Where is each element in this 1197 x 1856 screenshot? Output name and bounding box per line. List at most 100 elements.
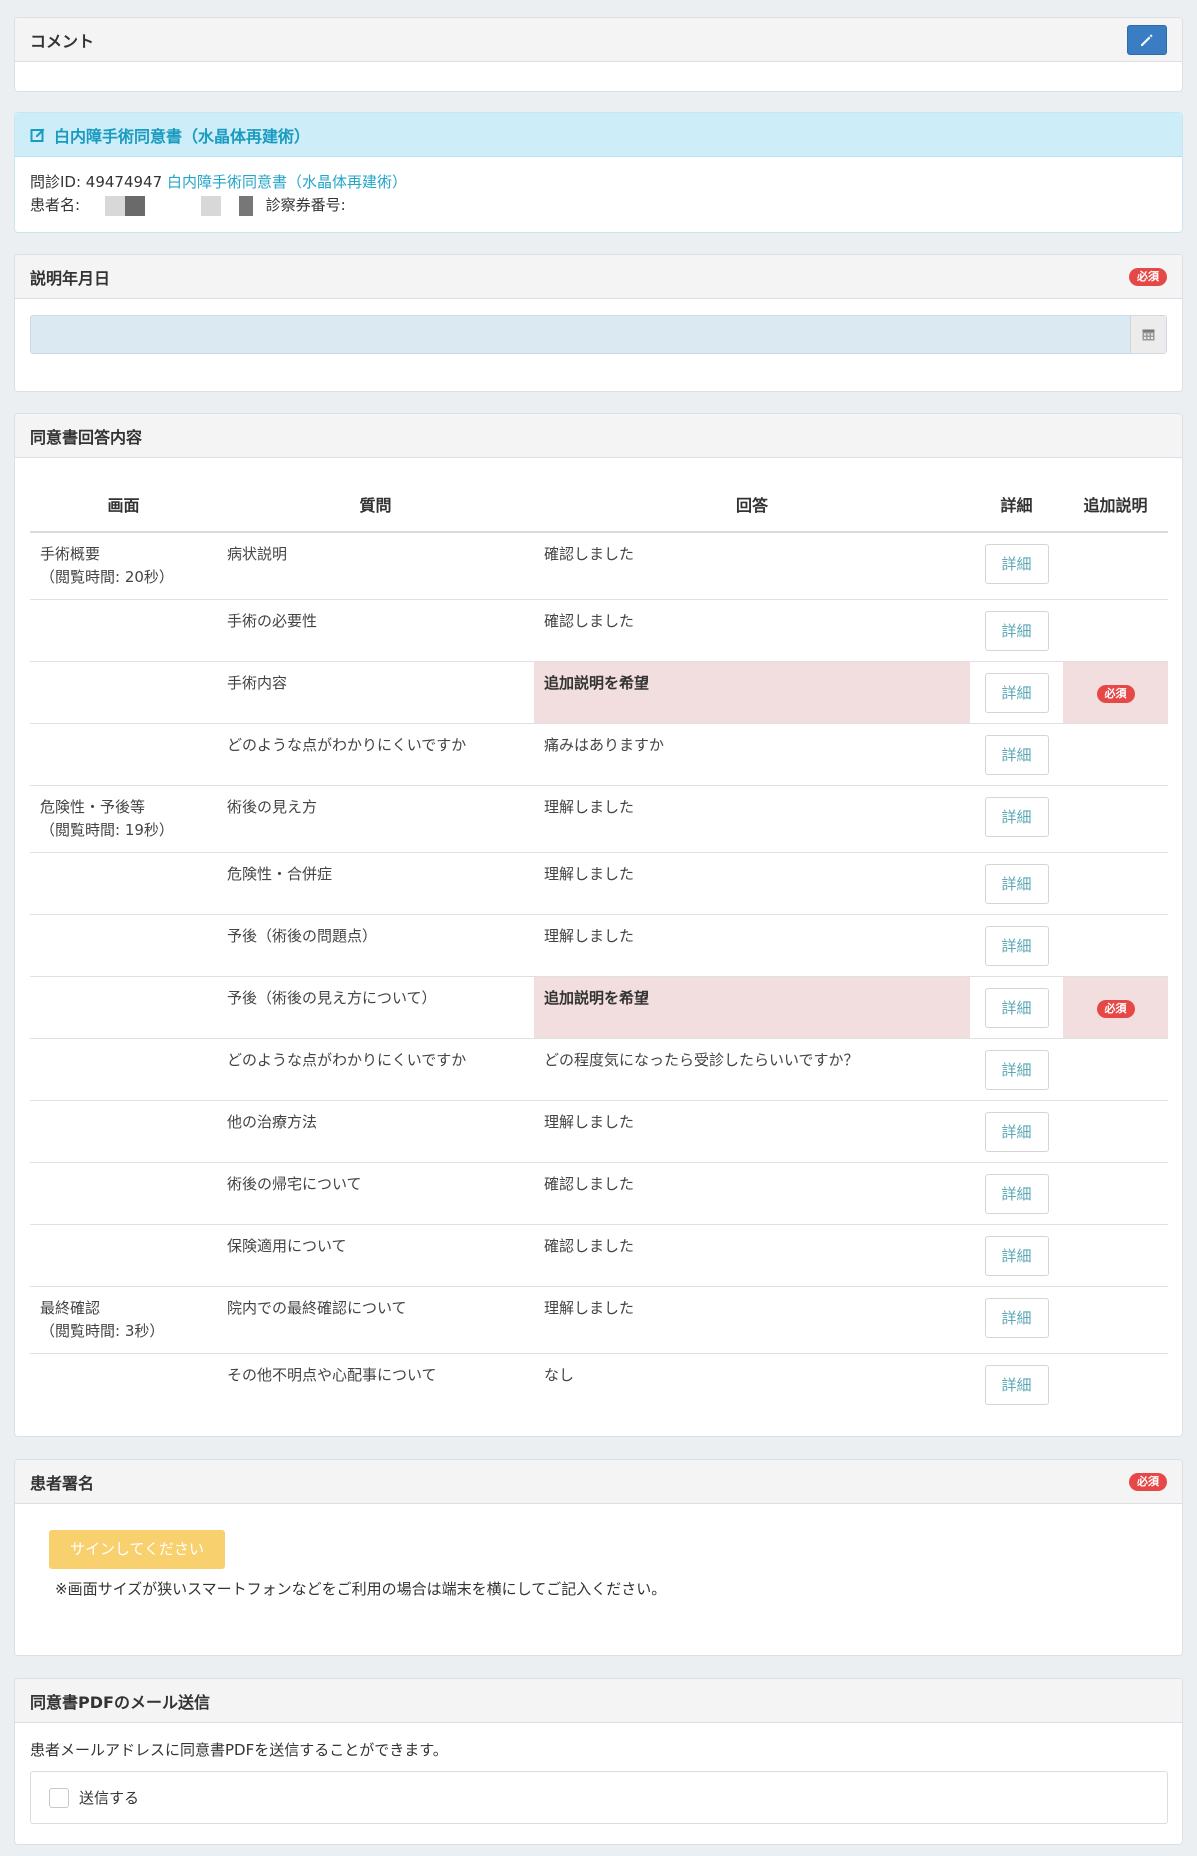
interview-id: 問診ID: 49474947 xyxy=(30,173,163,191)
detail-cell: 詳細 xyxy=(970,532,1063,600)
consent-link[interactable]: 白内障手術同意書（水晶体再建術） xyxy=(167,173,407,191)
screen-cell xyxy=(30,1353,217,1415)
required-badge: 必須 xyxy=(1129,1472,1167,1491)
send-label: 送信する xyxy=(79,1789,140,1807)
question-cell: 院内での最終確認について xyxy=(217,1286,534,1354)
screen-cell xyxy=(30,1162,217,1225)
required-badge: 必須 xyxy=(1096,684,1135,703)
screen-cell: 最終確認 （閲覧時間: 3秒） xyxy=(30,1286,217,1354)
answer-cell: 理解しました xyxy=(534,1286,970,1354)
detail-button[interactable]: 詳細 xyxy=(984,610,1049,651)
screen-cell xyxy=(30,1038,217,1101)
answers-title: 同意書回答内容 xyxy=(30,427,143,447)
answer-cell: 理解しました xyxy=(534,914,970,977)
detail-button[interactable]: 詳細 xyxy=(984,1364,1049,1405)
redacted-name xyxy=(238,195,253,216)
redacted-name xyxy=(104,195,125,216)
additional-cell xyxy=(1063,723,1168,786)
screen-time: （閲覧時間: 3秒） xyxy=(40,1321,165,1340)
sign-button[interactable]: サインしてください xyxy=(49,1530,225,1569)
screen-name: 手術概要 xyxy=(40,545,101,563)
question-cell: 手術内容 xyxy=(217,661,534,724)
answer-cell: 確認しました xyxy=(534,599,970,662)
col-answer: 回答 xyxy=(534,476,970,533)
question-cell: その他不明点や心配事について xyxy=(227,1365,437,1384)
table-row: 予後（術後の問題点） 理解しました 詳細 xyxy=(30,914,1168,977)
date-input[interactable] xyxy=(30,315,1167,354)
question-cell: 保険適用について xyxy=(217,1224,534,1287)
answer-cell: どの程度気になったら受診したらいいですか？ xyxy=(534,1038,970,1101)
question-cell: 他の治療方法 xyxy=(217,1100,534,1163)
date-header: 説明年月日 必須 xyxy=(15,255,1182,299)
detail-cell: 詳細 xyxy=(970,723,1063,786)
signature-title: 患者署名 xyxy=(30,1473,95,1493)
detail-button[interactable]: 詳細 xyxy=(984,863,1049,904)
detail-cell: 詳細 xyxy=(970,1038,1063,1101)
detail-button[interactable]: 詳細 xyxy=(984,672,1049,713)
detail-button[interactable]: 詳細 xyxy=(984,1049,1049,1090)
screen-name: 危険性・予後等 xyxy=(40,797,146,816)
comment-header: コメント xyxy=(15,18,1182,62)
send-checkbox[interactable] xyxy=(49,1787,69,1808)
interview-id-line: 問診ID: 49474947 白内障手術同意書（水晶体再建術） xyxy=(30,171,1167,194)
question-cell: 手術の必要性 xyxy=(217,599,534,662)
answer-cell: 確認しました xyxy=(534,532,970,600)
pencil-icon xyxy=(1141,33,1153,46)
mail-description: 患者メールアドレスに同意書PDFを送信することができます。 xyxy=(30,1741,448,1759)
calendar-button[interactable] xyxy=(1130,316,1166,353)
table-row: どのような点がわかりにくいですか どの程度気になったら受診したらいいですか？ 詳… xyxy=(30,1038,1168,1101)
answer-cell: 追加説明を希望 xyxy=(534,976,970,1039)
detail-button[interactable]: 詳細 xyxy=(984,544,1049,584)
consent-title: 白内障手術同意書（水晶体再建術） xyxy=(54,126,311,146)
detail-cell: 詳細 xyxy=(970,1100,1063,1163)
comment-panel: コメント xyxy=(14,17,1183,92)
table-row: どのような点がわかりにくいですか 痛みはありますか 詳細 xyxy=(30,723,1168,786)
detail-button[interactable]: 詳細 xyxy=(984,925,1049,966)
patient-name-label: 患者名: xyxy=(30,196,81,214)
answer-cell: 追加説明を希望 xyxy=(534,661,970,724)
detail-button[interactable]: 詳細 xyxy=(984,1235,1049,1276)
comment-title: コメント xyxy=(30,31,95,51)
answers-header: 同意書回答内容 xyxy=(15,414,1182,458)
screen-cell xyxy=(30,914,217,977)
screen-time: （閲覧時間: 20秒） xyxy=(40,568,174,586)
question-cell: どのような点がわかりにくいですか xyxy=(217,723,534,786)
additional-cell xyxy=(1063,1038,1168,1101)
question-cell: 術後の見え方 xyxy=(217,785,534,853)
calendar-icon xyxy=(1142,329,1155,341)
screen-time: （閲覧時間: 19秒） xyxy=(40,820,174,839)
edit-comment-button[interactable] xyxy=(1127,24,1167,55)
detail-button[interactable]: 詳細 xyxy=(984,1297,1049,1338)
col-question: 質問 xyxy=(217,476,534,533)
question-cell: 危険性・合併症 xyxy=(217,852,534,915)
additional-cell xyxy=(1063,852,1168,915)
redacted-name xyxy=(124,195,145,216)
detail-button[interactable]: 詳細 xyxy=(984,796,1049,837)
detail-cell: 詳細 xyxy=(970,976,1063,1039)
table-row: 保険適用について 確認しました 詳細 xyxy=(30,1224,1168,1287)
send-option[interactable]: 送信する xyxy=(30,1771,1168,1824)
date-title: 説明年月日 xyxy=(30,268,111,288)
additional-cell xyxy=(1063,1286,1168,1354)
detail-cell: 詳細 xyxy=(970,1286,1063,1354)
detail-cell: 詳細 xyxy=(970,599,1063,662)
detail-button[interactable]: 詳細 xyxy=(984,734,1049,775)
answer-cell: 確認しました xyxy=(534,1162,970,1225)
answer-cell: なし xyxy=(544,1365,575,1384)
detail-button[interactable]: 詳細 xyxy=(984,1111,1049,1152)
screen-cell xyxy=(30,599,217,662)
screen-cell xyxy=(30,723,217,786)
required-badge: 必須 xyxy=(1129,267,1167,286)
table-row: 危険性・合併症 理解しました 詳細 xyxy=(30,852,1168,915)
screen-cell xyxy=(30,661,217,724)
additional-cell xyxy=(1063,1100,1168,1163)
answer-cell: 理解しました xyxy=(534,852,970,915)
signature-panel: 患者署名 必須 サインしてください ※画面サイズが狭いスマートフォンなどをご利用… xyxy=(14,1459,1183,1656)
consent-header: 白内障手術同意書（水晶体再建術） xyxy=(15,113,1182,157)
detail-button[interactable]: 詳細 xyxy=(984,987,1049,1028)
answers-panel: 同意書回答内容 画面 質問 回答 詳細 追加説明 手術概要 （閲覧時間: 20秒）… xyxy=(14,413,1183,1437)
detail-button[interactable]: 詳細 xyxy=(984,1173,1049,1214)
question-cell: 予後（術後の見え方について） xyxy=(217,976,534,1039)
question-cell: 術後の帰宅について xyxy=(217,1162,534,1225)
table-row: 手術概要 （閲覧時間: 20秒） 病状説明 確認しました 詳細 xyxy=(30,532,1168,600)
